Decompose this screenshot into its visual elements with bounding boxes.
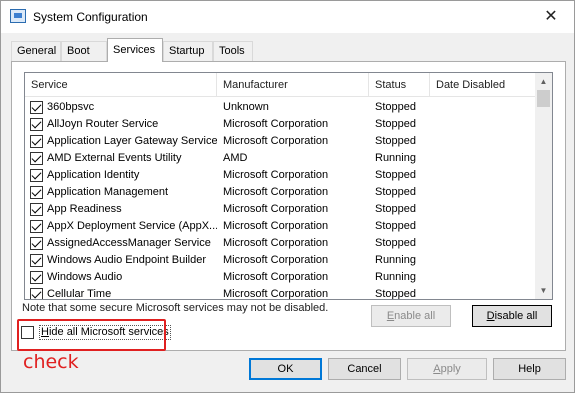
service-name: AllJoyn Router Service [47,118,159,130]
service-manufacturer: Microsoft Corporation [223,220,329,232]
tab-tools[interactable]: Tools [213,41,253,62]
help-button[interactable]: Help [493,358,566,380]
table-row[interactable]: AllJoyn Router Service Microsoft Corpora… [25,116,535,133]
service-status: Running [375,152,416,164]
service-manufacturer: AMD [223,152,248,164]
disable-all-accelerator: D [486,310,495,322]
service-name: Application Identity [47,169,140,181]
cancel-button[interactable]: Cancel [328,358,401,380]
column-header-date-disabled[interactable]: Date Disabled [430,73,535,97]
secure-services-note: Note that some secure Microsoft services… [22,302,329,314]
service-name: AssignedAccessManager Service [47,237,211,249]
table-row[interactable]: App Readiness Microsoft Corporation Stop… [25,201,535,218]
service-name: 360bpsvc [47,101,95,113]
service-checkbox[interactable] [30,118,43,131]
service-manufacturer: Microsoft Corporation [223,237,329,249]
service-name: AMD External Events Utility [47,152,182,164]
service-checkbox[interactable] [30,186,43,199]
service-name: Windows Audio Endpoint Builder [47,254,206,266]
annotation-highlight-box [17,319,166,351]
service-status: Stopped [375,118,416,130]
service-name: AppX Deployment Service (AppX... [47,220,217,232]
table-row[interactable]: Cellular Time Microsoft Corporation Stop… [25,286,535,300]
table-row[interactable]: AssignedAccessManager Service Microsoft … [25,235,535,252]
table-row[interactable]: 360bpsvc Unknown Stopped [25,99,535,116]
table-row[interactable]: AMD External Events Utility AMD Running [25,150,535,167]
service-manufacturer: Microsoft Corporation [223,135,329,147]
vertical-scrollbar[interactable]: ▲ ▼ [535,73,552,299]
system-configuration-window: System Configuration ✕ General Boot Serv… [0,0,575,393]
tab-general[interactable]: General [11,41,61,62]
services-rows: 360bpsvc Unknown Stopped AllJoyn Router … [25,99,535,300]
service-checkbox[interactable] [30,237,43,250]
service-status: Stopped [375,186,416,198]
table-row[interactable]: Application Identity Microsoft Corporati… [25,167,535,184]
service-manufacturer: Microsoft Corporation [223,203,329,215]
service-status: Running [375,254,416,266]
ok-button[interactable]: OK [249,358,322,380]
service-checkbox[interactable] [30,288,43,299]
service-checkbox[interactable] [30,101,43,114]
service-status: Stopped [375,220,416,232]
service-checkbox[interactable] [30,152,43,165]
table-row[interactable]: Application Layer Gateway Service Micros… [25,133,535,150]
table-row[interactable]: Application Management Microsoft Corpora… [25,184,535,201]
service-status: Running [375,271,416,283]
service-status: Stopped [375,237,416,249]
disable-all-button[interactable]: Disable all [472,305,552,327]
service-status: Stopped [375,135,416,147]
column-header-manufacturer[interactable]: Manufacturer [217,73,369,97]
service-manufacturer: Microsoft Corporation [223,169,329,181]
service-status: Stopped [375,288,416,300]
tab-services[interactable]: Services [107,38,163,62]
service-name: App Readiness [47,203,122,215]
scroll-down-icon[interactable]: ▼ [535,282,552,299]
service-manufacturer: Microsoft Corporation [223,186,329,198]
list-header: Service Manufacturer Status Date Disable… [25,73,535,97]
disable-all-label: isable all [494,310,538,322]
table-row[interactable]: Windows Audio Endpoint Builder Microsoft… [25,252,535,269]
apply-label: pply [440,363,461,375]
apply-accelerator: A [433,363,441,375]
column-header-service[interactable]: Service [25,73,217,97]
apply-button[interactable]: Apply [407,358,487,380]
service-status: Stopped [375,203,416,215]
service-checkbox[interactable] [30,169,43,182]
scroll-thumb[interactable] [537,90,550,107]
service-status: Stopped [375,169,416,181]
service-name: Cellular Time [47,288,112,300]
service-checkbox[interactable] [30,271,43,284]
title-bar: System Configuration ✕ [1,1,574,33]
enable-all-button[interactable]: Enable all [371,305,451,327]
annotation-check-text: check [23,351,79,373]
service-name: Application Layer Gateway Service [47,135,217,147]
service-checkbox[interactable] [30,220,43,233]
msconfig-icon [10,9,26,23]
table-row[interactable]: Windows Audio Microsoft Corporation Runn… [25,269,535,286]
tab-startup[interactable]: Startup [163,41,213,62]
service-manufacturer: Microsoft Corporation [223,118,329,130]
window-title: System Configuration [33,10,148,24]
service-checkbox[interactable] [30,254,43,267]
service-name: Windows Audio [47,271,123,283]
column-header-status[interactable]: Status [369,73,430,97]
service-checkbox[interactable] [30,135,43,148]
service-manufacturer: Microsoft Corporation [223,271,329,283]
service-manufacturer: Unknown [223,101,269,113]
scroll-up-icon[interactable]: ▲ [535,73,552,90]
services-list[interactable]: Service Manufacturer Status Date Disable… [24,72,553,300]
service-name: Application Management [47,186,169,198]
tab-boot[interactable]: Boot [61,41,107,62]
service-status: Stopped [375,101,416,113]
service-manufacturer: Microsoft Corporation [223,288,329,300]
close-icon[interactable]: ✕ [528,1,574,33]
service-checkbox[interactable] [30,203,43,216]
service-manufacturer: Microsoft Corporation [223,254,329,266]
table-row[interactable]: AppX Deployment Service (AppX... Microso… [25,218,535,235]
enable-all-label: nable all [394,310,436,322]
services-panel: Service Manufacturer Status Date Disable… [11,61,566,351]
